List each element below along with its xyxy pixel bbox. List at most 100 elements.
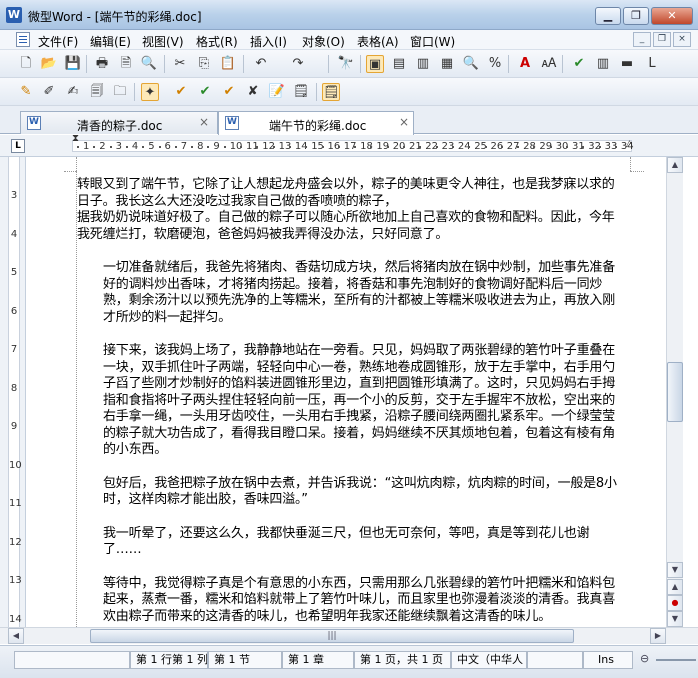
document-icon[interactable] bbox=[16, 32, 30, 47]
vertical-scroll-thumb[interactable] bbox=[667, 362, 683, 422]
paragraph[interactable]: 包好后，我爸把粽子放在锅中去煮，并告诉我说：“这叫炕肉粽，炕肉粽的时间，一般是8… bbox=[77, 476, 627, 509]
accept-change-icon[interactable]: ✔ bbox=[172, 83, 190, 101]
paragraph[interactable]: 一切准备就绪后，我爸先将猪肉、香菇切成方块，然后将猪肉放在锅中炒制，加些事先准备… bbox=[77, 260, 627, 326]
tab-stop-selector[interactable]: L bbox=[11, 139, 25, 153]
status-insert-mode[interactable]: Ins bbox=[583, 651, 633, 669]
vertical-ruler-number: 5 bbox=[10, 267, 18, 278]
first-line-indent-marker[interactable]: ⧗ bbox=[72, 134, 79, 144]
prev-page-button[interactable]: ▲ bbox=[667, 579, 683, 595]
copy-icon[interactable]: ⎘ bbox=[195, 55, 213, 73]
next-page-button[interactable]: ▼ bbox=[667, 611, 683, 627]
horizontal-scrollbar[interactable]: ◀ ||| ▶ bbox=[0, 627, 698, 644]
tab-close-icon[interactable]: × bbox=[199, 115, 209, 129]
reject-change-icon[interactable]: ✔ bbox=[196, 83, 214, 101]
new-doc-icon[interactable]: 🗋 bbox=[17, 55, 35, 73]
columns-icon[interactable]: ▥ bbox=[594, 55, 612, 73]
paragraph[interactable]: 等待中，我觉得粽子真是个有意思的小东西，只需用那么几张碧绿的箬竹叶把糯米和馅料包… bbox=[77, 576, 627, 626]
paragraph[interactable]: 我一听晕了，还要这么久，我都快垂涎三尺，但也无可奈何，等吧，真是等到花儿也谢了…… bbox=[77, 526, 627, 559]
spell-check-icon[interactable]: ✔ bbox=[570, 55, 588, 73]
final-document-icon[interactable]: 🗒 bbox=[292, 83, 310, 101]
horizontal-ruler[interactable]: L 1 2 3 4 5 6 7 8 9 10 11 12 13 14 15 16 17 18 19 20 21 22 23 2… bbox=[0, 134, 698, 157]
word-app-icon[interactable]: W bbox=[6, 7, 22, 23]
normal-view-icon[interactable]: ▦ bbox=[438, 55, 456, 73]
track-changes-icon[interactable]: ✎ bbox=[17, 83, 35, 101]
tab-清香的粽子[interactable]: 清香的粽子.doc × bbox=[20, 111, 218, 134]
document-page[interactable]: 转眼又到了端午节，它除了让人想起龙舟盛会以外，粽子的美味更令人神往，也是我梦寐以… bbox=[26, 157, 666, 627]
edit-comment-icon[interactable]: ✐ bbox=[40, 83, 58, 101]
next-change-icon[interactable]: ✔ bbox=[220, 83, 238, 101]
cut-icon[interactable]: ✂ bbox=[171, 55, 189, 73]
find-icon[interactable]: 🔭 bbox=[337, 55, 355, 73]
zoom-slider[interactable] bbox=[656, 659, 696, 661]
document-info-icon[interactable]: 🗒 bbox=[322, 83, 340, 101]
doc-restore-button[interactable]: ❐ bbox=[653, 32, 671, 47]
document-body[interactable]: 转眼又到了端午节，它除了让人想起龙舟盛会以外，粽子的美味更令人神往，也是我梦寐以… bbox=[77, 177, 627, 627]
print-preview-icon[interactable]: 🔍 bbox=[140, 55, 158, 73]
prev-change-icon[interactable]: ✘ bbox=[244, 83, 262, 101]
save-icon[interactable]: 💾 bbox=[64, 55, 82, 73]
page-layout-icon[interactable]: ▣ bbox=[366, 55, 384, 73]
status-blank bbox=[14, 651, 130, 669]
print-icon[interactable]: 🖶 bbox=[93, 55, 111, 73]
scroll-right-button[interactable]: ▶ bbox=[650, 628, 666, 644]
vertical-ruler[interactable]: 3 4 5 6 7 8 9 10 11 12 13 14 bbox=[0, 157, 26, 627]
vertical-ruler-number: 13 bbox=[9, 575, 22, 586]
tab-close-icon[interactable]: × bbox=[399, 115, 409, 129]
paragraph[interactable]: 转眼又到了端午节，它除了让人想起龙舟盛会以外，粽子的美味更令人神往，也是我梦寐以… bbox=[77, 177, 627, 210]
text-format-icon[interactable]: 🗚 bbox=[540, 55, 558, 73]
horizontal-scroll-thumb[interactable]: ||| bbox=[90, 629, 574, 643]
margin-guide bbox=[76, 157, 77, 171]
ruler-tick bbox=[549, 146, 552, 148]
sign-document-icon[interactable]: 📝 bbox=[268, 83, 286, 101]
paragraph[interactable]: 接下来，该我妈上场了，我静静地站在一旁看。只见，妈妈取了两张碧绿的箬竹叶子重叠在… bbox=[77, 343, 627, 459]
insert-comment-icon[interactable]: ✍ bbox=[64, 83, 82, 101]
ruler-tick bbox=[500, 146, 503, 148]
scroll-down-button[interactable]: ▼ bbox=[667, 562, 683, 578]
show-markup-icon[interactable]: ✦ bbox=[141, 83, 159, 101]
find-replace-icon[interactable]: % bbox=[486, 55, 504, 73]
menu-file[interactable]: 文件(F) bbox=[38, 33, 78, 50]
ruler-tick bbox=[288, 146, 291, 148]
zoom-out-icon[interactable]: ⊖ bbox=[640, 652, 649, 665]
review-pane-icon[interactable]: 🗀 bbox=[111, 83, 129, 101]
delete-comment-icon[interactable]: 🗐 bbox=[88, 83, 106, 101]
format-painter-icon[interactable]: ▬ bbox=[618, 55, 636, 73]
right-indent-marker[interactable]: △ bbox=[626, 139, 633, 149]
vertical-ruler-number: 9 bbox=[10, 421, 18, 432]
outline-icon[interactable]: ▥ bbox=[414, 55, 432, 73]
redo-icon[interactable]: ↷ bbox=[289, 55, 307, 73]
paste-icon[interactable]: 📋 bbox=[219, 55, 237, 73]
paragraph[interactable]: 据我奶奶说味道好极了。自己做的粽子可以随心所欲地加上自己喜欢的食物和配料。因此，… bbox=[77, 210, 627, 243]
font-icon[interactable]: A bbox=[516, 55, 534, 73]
open-folder-icon[interactable]: 📂 bbox=[40, 55, 58, 73]
toolbar-separator bbox=[328, 55, 329, 73]
web-layout-icon[interactable]: ▤ bbox=[390, 55, 408, 73]
scroll-left-button[interactable]: ◀ bbox=[8, 628, 24, 644]
menu-window[interactable]: 窗口(W) bbox=[410, 33, 455, 50]
menu-insert[interactable]: 插入(I) bbox=[250, 33, 287, 50]
ruler-strip[interactable]: 1 2 3 4 5 6 7 8 9 10 11 12 13 14 15 16 17 18 19 20 21 22 23 24 2… bbox=[72, 140, 634, 152]
zoom-icon[interactable]: 🔍 bbox=[462, 55, 480, 73]
justify-icon[interactable]: L bbox=[643, 55, 661, 73]
doc-minimize-button[interactable]: _ bbox=[633, 32, 651, 47]
close-button[interactable]: ✕ bbox=[651, 7, 693, 25]
pdf-icon[interactable]: 🗎 bbox=[117, 55, 135, 73]
vertical-ruler-number: 11 bbox=[9, 498, 22, 509]
menu-edit[interactable]: 编辑(E) bbox=[90, 33, 131, 50]
vertical-scrollbar[interactable]: ▲ ▼ ▲ ● ▼ bbox=[666, 157, 683, 627]
undo-icon[interactable]: ↶ bbox=[252, 55, 270, 73]
menu-format[interactable]: 格式(R) bbox=[196, 33, 238, 50]
menu-object[interactable]: 对象(O) bbox=[302, 33, 345, 50]
scroll-up-button[interactable]: ▲ bbox=[667, 157, 683, 173]
browse-object-button[interactable]: ● bbox=[667, 595, 683, 611]
tab-端午节的彩绳[interactable]: 端午节的彩绳.doc × bbox=[218, 111, 414, 135]
doc-close-button[interactable]: × bbox=[673, 32, 691, 47]
menu-view[interactable]: 视图(V) bbox=[142, 33, 184, 50]
restore-button[interactable]: ❐ bbox=[623, 7, 649, 25]
tab-label: 清香的粽子.doc bbox=[77, 119, 163, 133]
ruler-tick bbox=[109, 146, 112, 148]
status-bar: 第 1 行第 1 列 第 1 节 第 1 章 第 1 页，共 1 页 中文（中华… bbox=[0, 645, 698, 678]
menu-table[interactable]: 表格(A) bbox=[357, 33, 399, 50]
ruler-tick bbox=[93, 146, 96, 148]
minimize-button[interactable]: ▁ bbox=[595, 7, 621, 25]
